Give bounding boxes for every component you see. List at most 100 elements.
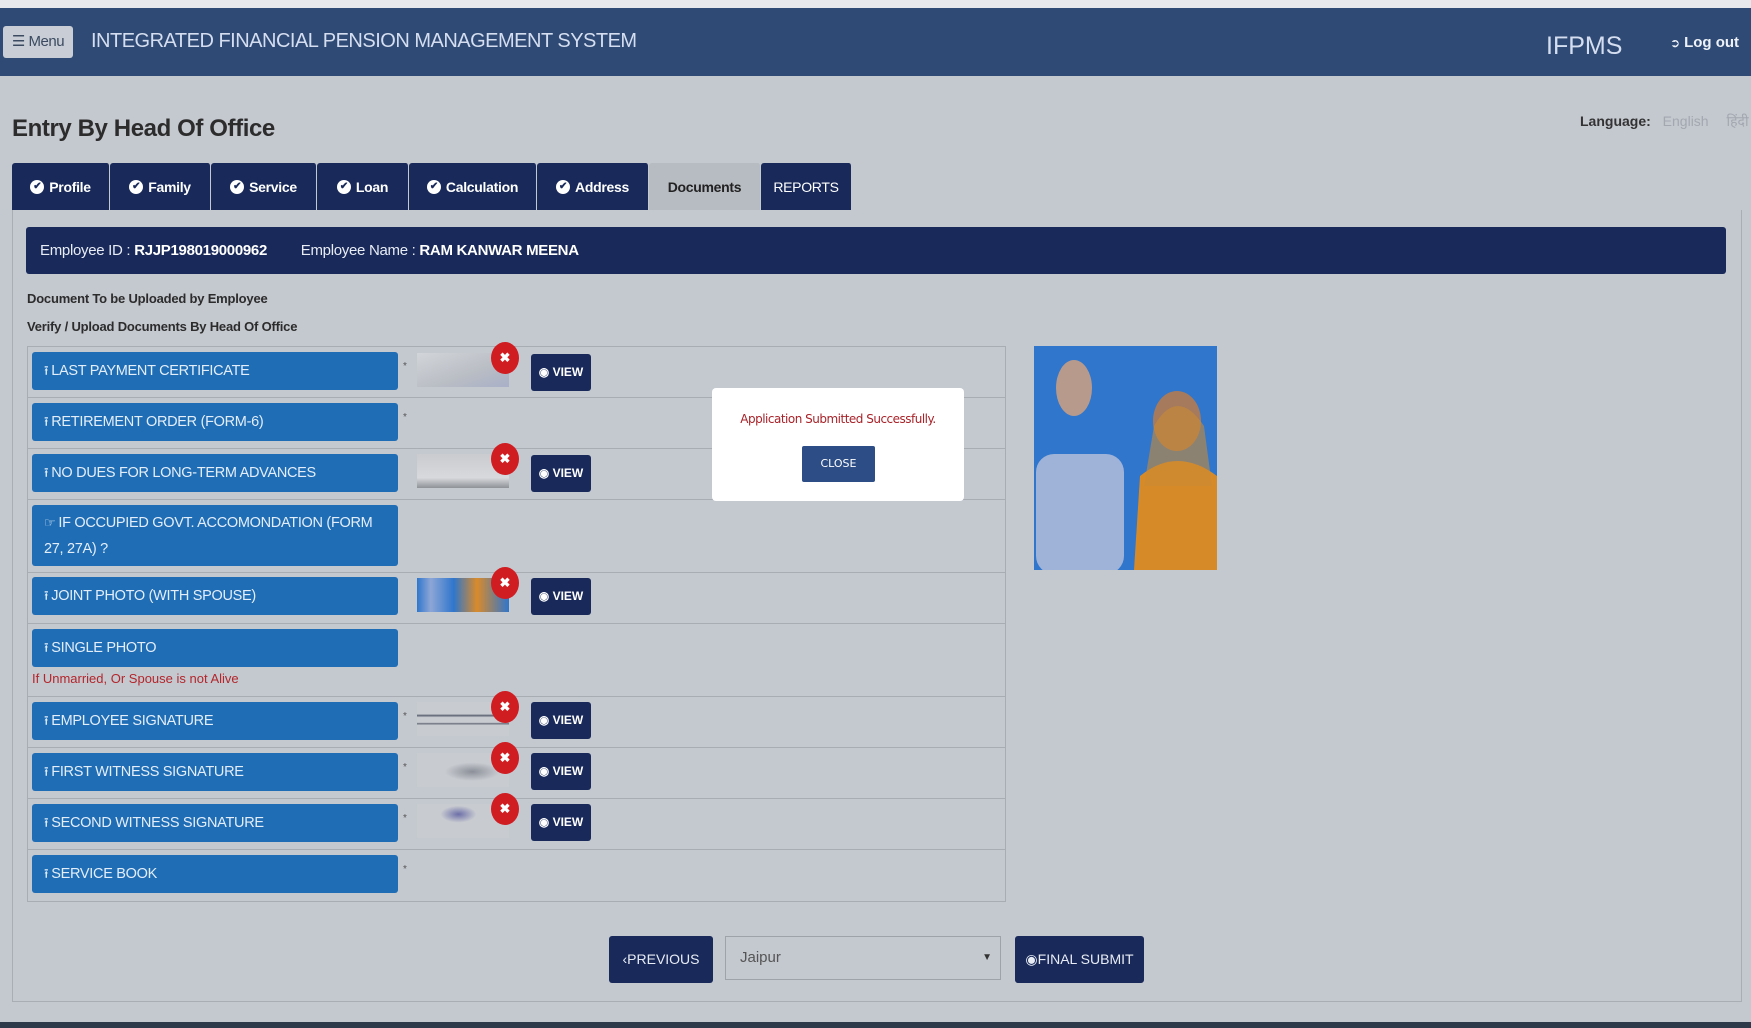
tab-bar: ✔ Profile ✔ Family ✔ Service ✔ Loan ✔ Calcula…: [12, 163, 852, 210]
tab-label: Calculation: [445, 178, 519, 195]
eye-icon: ◉: [538, 815, 553, 829]
tab-address[interactable]: ✔ Address: [537, 163, 649, 210]
tab-loan[interactable]: ✔ Loan: [317, 163, 409, 210]
single-photo-note: If Unmarried, Or Spouse is not Alive: [32, 671, 239, 686]
required-marker: *: [403, 762, 407, 773]
delete-icon[interactable]: ✖: [491, 691, 519, 723]
view-label: VIEW: [552, 815, 584, 829]
view-button[interactable]: ◉ VIEW: [531, 804, 591, 841]
tab-label: REPORTS: [773, 178, 839, 195]
document-label: FIRST WITNESS SIGNATURE: [51, 764, 244, 780]
document-row: ⭱ SECOND WITNESS SIGNATURE * ✖ ◉ VIEW: [28, 793, 1005, 850]
delete-icon[interactable]: ✖: [491, 742, 519, 774]
tab-calculation[interactable]: ✔ Calculation: [409, 163, 537, 210]
upload-service-book-button[interactable]: ⭱ SERVICE BOOK: [32, 855, 398, 893]
previous-button[interactable]: ‹PREVIOUS: [609, 936, 713, 983]
document-label: RETIREMENT ORDER (FORM-6): [51, 414, 264, 430]
upload-employee-signature-button[interactable]: ⭱ EMPLOYEE SIGNATURE: [32, 702, 398, 740]
check-circle-icon: ✔: [556, 179, 571, 194]
document-row: ⭱ EMPLOYEE SIGNATURE * ✖ ◉ VIEW: [28, 691, 1005, 748]
view-button[interactable]: ◉ VIEW: [531, 702, 591, 739]
tab-documents[interactable]: Documents: [649, 163, 761, 210]
couple-photo-image: [1034, 346, 1217, 570]
upload-joint-photo-button[interactable]: ⭱ JOINT PHOTO (WITH SPOUSE): [32, 577, 398, 615]
brand-logo-text: IFPMS: [1546, 32, 1623, 60]
tab-family[interactable]: ✔ Family: [110, 163, 211, 210]
upload-single-photo-button[interactable]: ⭱ SINGLE PHOTO: [32, 629, 398, 667]
eye-icon: ◉: [538, 764, 553, 778]
view-label: VIEW: [552, 466, 584, 480]
document-row: ☞ IF OCCUPIED GOVT. ACCOMONDATION (FORM 2…: [28, 500, 1005, 573]
view-button[interactable]: ◉ VIEW: [531, 354, 591, 391]
tab-label: Address: [575, 178, 629, 195]
document-label: JOINT PHOTO (WITH SPOUSE): [51, 588, 256, 604]
language-option-hindi[interactable]: हिंदी: [1726, 113, 1748, 129]
view-label: VIEW: [552, 589, 584, 603]
tab-reports[interactable]: REPORTS: [761, 163, 852, 210]
employee-name: RAM KANWAR MEENA: [419, 242, 579, 259]
upload-icon: ⭱: [44, 363, 49, 378]
upload-second-witness-signature-button[interactable]: ⭱ SECOND WITNESS SIGNATURE: [32, 804, 398, 842]
upload-first-witness-signature-button[interactable]: ⭱ FIRST WITNESS SIGNATURE: [32, 753, 398, 791]
language-option-english[interactable]: English: [1663, 113, 1709, 129]
eye-icon: ◉: [1025, 951, 1038, 967]
upload-icon: ⭱: [44, 414, 49, 429]
joint-photo-preview: [1034, 346, 1217, 570]
previous-label: PREVIOUS: [627, 951, 700, 967]
chevron-down-icon: ▼: [982, 952, 992, 963]
employee-id-label: Employee ID :: [40, 242, 131, 259]
browser-strip: [0, 0, 1751, 8]
logout-icon: ➲: [1670, 36, 1681, 50]
view-button[interactable]: ◉ VIEW: [531, 753, 591, 790]
document-label: LAST PAYMENT CERTIFICATE: [51, 363, 250, 379]
document-label: NO DUES FOR LONG-TERM ADVANCES: [51, 465, 316, 481]
document-label: SERVICE BOOK: [51, 866, 157, 882]
menu-button[interactable]: ☰ Menu: [3, 26, 73, 58]
view-button[interactable]: ◉ VIEW: [531, 578, 591, 615]
success-message: Application Submitted Successfully.: [740, 412, 936, 426]
employee-id: RJJP198019000962: [134, 242, 268, 259]
tab-service[interactable]: ✔ Service: [211, 163, 317, 210]
success-dialog: Application Submitted Successfully. CLOS…: [712, 388, 964, 501]
document-row: ⭱ FIRST WITNESS SIGNATURE * ✖ ◉ VIEW: [28, 742, 1005, 799]
close-button[interactable]: CLOSE: [802, 446, 875, 482]
tab-profile[interactable]: ✔ Profile: [12, 163, 110, 210]
govt-accommodation-button[interactable]: ☞ IF OCCUPIED GOVT. ACCOMONDATION (FORM 2…: [32, 505, 398, 566]
final-submit-button[interactable]: ◉FINAL SUBMIT: [1015, 936, 1144, 983]
upload-icon: ⭱: [44, 815, 49, 830]
final-submit-label: FINAL SUBMIT: [1037, 951, 1134, 967]
hand-pointer-icon: ☞: [44, 515, 56, 530]
logout-link[interactable]: ➲ Log out: [1670, 34, 1739, 51]
required-marker: *: [403, 412, 407, 423]
upload-icon: ⭱: [44, 588, 49, 603]
tab-label: Loan: [355, 178, 389, 195]
check-circle-icon: ✔: [129, 179, 144, 194]
eye-icon: ◉: [538, 365, 553, 379]
document-row: ⭱ SINGLE PHOTO If Unmarried, Or Spouse is…: [28, 624, 1005, 697]
top-navbar: ☰ Menu INTEGRATED FINANCIAL PENSION MANA…: [0, 8, 1751, 76]
required-marker: *: [403, 813, 407, 824]
logout-label: Log out: [1684, 34, 1740, 51]
upload-last-payment-certificate-button[interactable]: ⭱ LAST PAYMENT CERTIFICATE: [32, 352, 398, 390]
tab-label: Documents: [667, 178, 742, 195]
view-label: VIEW: [552, 713, 584, 727]
eye-icon: ◉: [538, 713, 553, 727]
document-row: ⭱ SERVICE BOOK *: [28, 850, 1005, 901]
view-button[interactable]: ◉ VIEW: [531, 455, 591, 492]
delete-icon[interactable]: ✖: [491, 443, 519, 475]
treasury-select[interactable]: Jaipur ▼: [725, 936, 1001, 980]
document-label: SINGLE PHOTO: [51, 640, 157, 656]
upload-icon: ⭱: [44, 764, 49, 779]
language-switcher: Language: English हिंदी: [1580, 112, 1749, 131]
eye-icon: ◉: [538, 589, 553, 603]
upload-icon: ⭱: [44, 866, 49, 881]
hoo-verify-hint: Verify / Upload Documents By Head Of Off…: [27, 319, 298, 334]
app-title: INTEGRATED FINANCIAL PENSION MANAGEMENT …: [91, 30, 637, 52]
required-marker: *: [403, 864, 407, 875]
upload-retirement-order-button[interactable]: ⭱ RETIREMENT ORDER (FORM-6): [32, 403, 398, 441]
delete-icon[interactable]: ✖: [491, 793, 519, 825]
upload-no-dues-button[interactable]: ⭱ NO DUES FOR LONG-TERM ADVANCES: [32, 454, 398, 492]
delete-icon[interactable]: ✖: [491, 567, 519, 599]
delete-icon[interactable]: ✖: [491, 342, 519, 374]
tab-label: Service: [249, 178, 297, 195]
